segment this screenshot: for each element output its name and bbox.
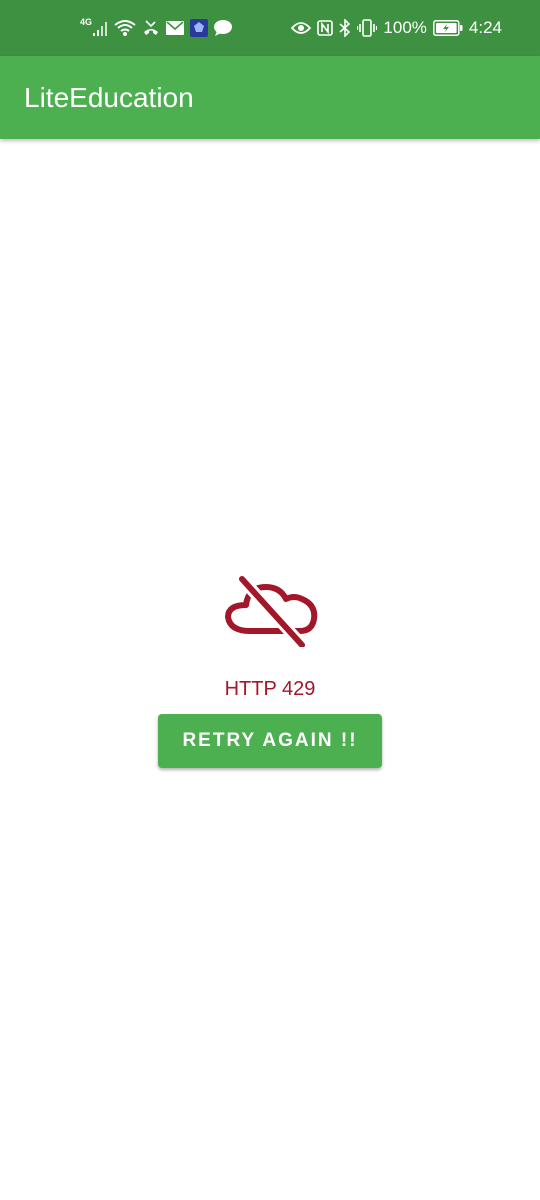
nfc-icon	[317, 20, 334, 36]
app-title: LiteEducation	[24, 82, 194, 113]
cloud-off-icon	[225, 575, 318, 647]
eye-icon	[291, 21, 312, 35]
clock: 4:24	[468, 18, 502, 37]
bluetooth-icon	[339, 19, 351, 37]
mail-icon	[166, 21, 185, 35]
network-type-label: 4G	[80, 17, 93, 27]
battery-icon	[432, 20, 463, 36]
wifi-icon	[114, 19, 136, 37]
app-bar: LiteEducation	[0, 56, 540, 139]
status-bar-right-icons: 100% 4:24	[291, 0, 502, 56]
status-bar-left-icons: 4G	[80, 0, 233, 56]
app-notification-icon	[190, 19, 209, 37]
status-bar: 4G 100% 4:24	[0, 0, 540, 56]
signal-icon: 4G	[80, 17, 108, 37]
vibrate-icon	[357, 19, 378, 37]
missed-call-icon	[142, 19, 160, 37]
retry-button[interactable]: RETRY AGAIN !!	[158, 714, 382, 768]
battery-percent: 100%	[383, 18, 427, 37]
error-message: HTTP 429	[224, 678, 316, 700]
chat-icon	[214, 20, 233, 36]
